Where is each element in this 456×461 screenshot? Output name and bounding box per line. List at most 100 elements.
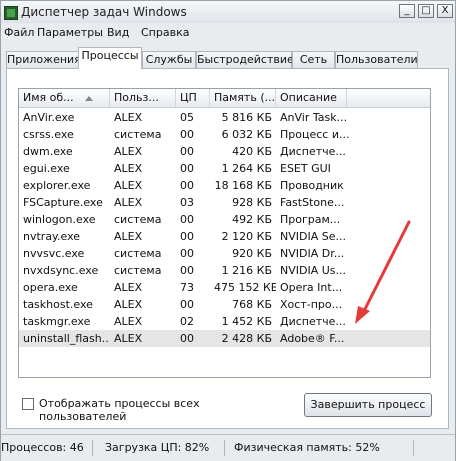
cell-description: NVIDIA Us... (280, 264, 347, 277)
tab-services[interactable]: Службы (142, 51, 196, 69)
tab-network[interactable]: Сеть (292, 51, 335, 69)
show-all-users-checkbox[interactable] (22, 398, 34, 410)
title-bar[interactable]: Диспетчер задач Windows _ □ X (1, 1, 455, 23)
column-cpu[interactable]: ЦП (176, 89, 210, 107)
cell-memory: 2 428 КБ (221, 332, 272, 345)
cell-description: Adobe® F... (280, 332, 345, 345)
table-row[interactable]: nvvsvc.exe система 00 920 КБ NVIDIA Dr... (19, 245, 430, 262)
table-row[interactable]: taskmgr.exe ALEX 02 1 452 КБ Диспетче... (19, 313, 430, 330)
tab-performance[interactable]: Быстродействие (196, 51, 294, 69)
cell-name: opera.exe (23, 281, 78, 294)
show-all-users-label: Отображать процессы всех пользователей (39, 397, 200, 423)
table-row[interactable]: FSCapture.exe ALEX 03 928 КБ FastStone... (19, 194, 430, 211)
task-manager-window: Диспетчер задач Windows _ □ X Файл Парам… (0, 0, 456, 461)
cell-user: система (114, 128, 162, 141)
cell-name: winlogon.exe (23, 213, 96, 226)
cell-user: ALEX (114, 162, 143, 175)
cell-memory: 1 452 КБ (221, 315, 272, 328)
cell-memory: 2 120 КБ (221, 230, 272, 243)
table-row[interactable]: explorer.exe ALEX 00 18 168 КБ Проводник (19, 177, 430, 194)
cell-name: taskhost.exe (23, 298, 93, 311)
cell-cpu: 05 (180, 111, 194, 124)
cell-user: ALEX (114, 145, 143, 158)
cell-description: Диспетче... (280, 315, 346, 328)
status-bar: Процессов: 46 Загрузка ЦП: 82% Физическа… (1, 434, 455, 461)
cell-cpu: 00 (180, 179, 194, 192)
cell-user: ALEX (114, 196, 143, 209)
cell-name: nvxdsync.exe (23, 264, 99, 277)
cell-cpu: 00 (180, 145, 194, 158)
cell-name: explorer.exe (23, 179, 91, 192)
cell-description: NVIDIA Dr... (280, 247, 345, 260)
table-row[interactable]: nvtray.exe ALEX 00 2 120 КБ NVIDIA Se... (19, 228, 430, 245)
cell-user: система (114, 264, 162, 277)
cell-cpu: 02 (180, 315, 194, 328)
cell-memory: 492 КБ (232, 213, 272, 226)
table-header: Имя об... Польз... ЦП Память (... Описан… (19, 89, 430, 108)
tab-users[interactable]: Пользователи (335, 51, 418, 69)
minimize-button[interactable]: _ (399, 4, 415, 18)
cell-user: ALEX (114, 111, 143, 124)
cell-memory: 475 152 КБ (214, 281, 276, 294)
menu-options[interactable]: Параметры (37, 26, 103, 39)
cell-memory: 928 КБ (232, 196, 272, 209)
cell-user: система (114, 213, 162, 226)
table-row[interactable]: csrss.exe система 00 6 032 КБ Процесс и... (19, 126, 430, 143)
cell-cpu: 03 (180, 196, 194, 209)
close-button[interactable]: X (437, 4, 453, 18)
cell-description: Opera Int... (280, 281, 343, 294)
cell-cpu: 00 (180, 213, 194, 226)
table-row[interactable]: egui.exe ALEX 00 1 264 КБ ESET GUI (19, 160, 430, 177)
cell-memory: 420 КБ (232, 145, 272, 158)
cell-name: taskmgr.exe (23, 315, 91, 328)
menu-view[interactable]: Вид (107, 26, 129, 39)
table-row[interactable]: winlogon.exe система 00 492 КБ Програм... (19, 211, 430, 228)
cell-description: Диспетче... (280, 145, 346, 158)
cell-memory: 920 КБ (232, 247, 272, 260)
table-row[interactable]: nvxdsync.exe система 00 1 216 КБ NVIDIA Us..… (19, 262, 430, 279)
column-image-name[interactable]: Имя об... (19, 89, 110, 107)
end-process-button[interactable]: Завершить процесс (304, 393, 432, 417)
cell-cpu: 00 (180, 247, 194, 260)
table-row[interactable]: opera.exe ALEX 73 475 152 КБ Opera Int... (19, 279, 430, 296)
cell-user: ALEX (114, 281, 143, 294)
cell-name: nvtray.exe (23, 230, 81, 243)
cell-name: nvvsvc.exe (23, 247, 85, 260)
task-manager-icon (4, 6, 18, 20)
process-table[interactable]: Имя об... Польз... ЦП Память (... Описан… (18, 88, 431, 378)
cell-cpu: 00 (180, 128, 194, 141)
cell-user: система (114, 247, 162, 260)
cell-description: Хост-про... (280, 298, 343, 311)
maximize-button[interactable]: □ (418, 4, 434, 18)
column-user[interactable]: Польз... (110, 89, 176, 107)
cell-cpu: 00 (180, 162, 194, 175)
column-memory[interactable]: Память (... (210, 89, 276, 107)
table-row[interactable]: taskhost.exe ALEX 00 768 КБ Хост-про... (19, 296, 430, 313)
cell-name: egui.exe (23, 162, 70, 175)
show-all-users-option[interactable]: Отображать процессы всех пользователей (22, 397, 282, 423)
cell-description: ESET GUI (280, 162, 331, 175)
column-description[interactable]: Описание (276, 89, 347, 107)
status-process-count: Процессов: 46 (1, 440, 93, 456)
sort-ascending-icon (85, 96, 93, 101)
cell-name: FSCapture.exe (23, 196, 103, 209)
table-row[interactable]: dwm.exe ALEX 00 420 КБ Диспетче... (19, 143, 430, 160)
cell-user: ALEX (114, 298, 143, 311)
cell-user: ALEX (114, 332, 143, 345)
table-row[interactable]: AnVir.exe ALEX 05 5 816 КБ AnVir Task... (19, 109, 430, 126)
tab-processes[interactable]: Процессы (78, 47, 142, 69)
cell-description: Програм... (280, 213, 341, 226)
status-cpu-usage: Загрузка ЦП: 82% (105, 440, 225, 456)
menu-file[interactable]: Файл (4, 26, 34, 39)
cell-memory: 1 216 КБ (221, 264, 272, 277)
window-title: Диспетчер задач Windows (21, 5, 187, 19)
cell-name: dwm.exe (23, 145, 73, 158)
status-memory-usage: Физическая память: 52% (234, 440, 414, 456)
cell-memory: 768 КБ (232, 298, 272, 311)
menu-help[interactable]: Справка (141, 26, 189, 39)
cell-cpu: 00 (180, 332, 194, 345)
tab-applications[interactable]: Приложения (6, 51, 81, 69)
cell-name: uninstall_flash... (23, 332, 110, 345)
table-row[interactable]: uninstall_flash... ALEX 00 2 428 КБ Adobe® F… (19, 330, 430, 347)
cell-name: AnVir.exe (23, 111, 75, 124)
